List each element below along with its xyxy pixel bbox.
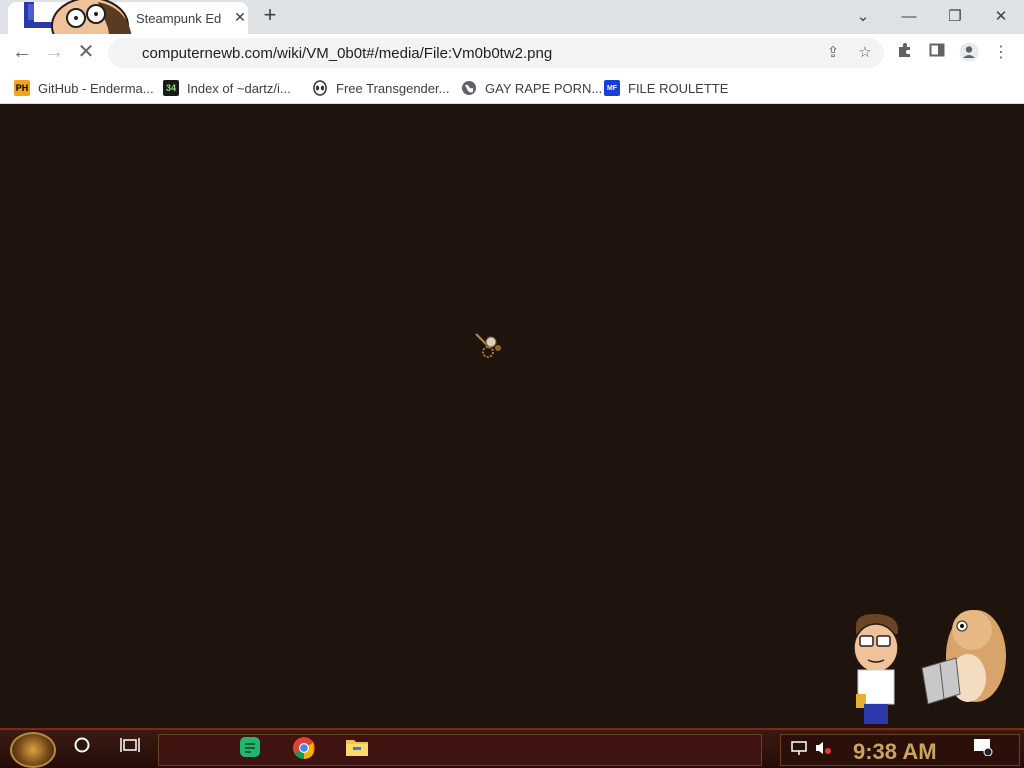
browser-toolbar: ← → ✕ computernewb.com/wiki/VM_0b0t#/med… [0, 34, 1024, 72]
bookmark-item[interactable]: 34 Index of ~dartz/i... [163, 78, 291, 98]
share-icon[interactable]: ⇪ [824, 44, 842, 62]
steampunk-loading-icon [475, 333, 501, 358]
hamster-reading-sticker [921, 610, 1006, 705]
cortana-circle-icon[interactable] [70, 736, 94, 760]
action-center-icon[interactable] [971, 738, 995, 762]
bookmark-label: FILE ROULETTE [628, 80, 729, 96]
alien-favicon-icon [312, 80, 328, 96]
taskbar-clock[interactable]: 9:38 AM [853, 739, 937, 765]
bookmark-item[interactable]: Free Transgender... [312, 78, 449, 98]
forward-arrow-icon[interactable]: → [42, 41, 66, 65]
close-window-button[interactable]: ✕ [986, 3, 1016, 31]
bookmark-star-icon[interactable]: ☆ [856, 44, 874, 62]
back-arrow-icon[interactable]: ← [10, 41, 34, 65]
network-icon[interactable] [787, 738, 811, 762]
address-url[interactable]: computernewb.com/wiki/VM_0b0t#/media/Fil… [142, 45, 552, 62]
hank-hill-sticker [853, 614, 899, 724]
chrome-app-icon[interactable] [292, 736, 316, 760]
bookmark-label: GitHub - Enderma... [38, 80, 154, 96]
bookmark-label: Free Transgender... [336, 80, 450, 96]
tab-search-icon[interactable]: ⌄ [848, 3, 878, 31]
bookmark-item[interactable]: GAY RAPE PORN... [461, 78, 602, 98]
file-roulette-favicon-icon: MF [604, 80, 620, 96]
volume-muted-icon[interactable] [811, 738, 835, 762]
bookmark-label: GAY RAPE PORN... [485, 80, 603, 96]
profile-avatar-icon[interactable] [958, 42, 980, 64]
tab-strip: Steampunk Edition ✕ + ⌄ — ❐ ✕ [0, 0, 1024, 55]
bookmarks-bar: PH GitHub - Enderma... 34 Index of ~dart… [0, 72, 1024, 104]
tab-title: Steampunk Edition [136, 11, 222, 26]
address-bar[interactable]: computernewb.com/wiki/VM_0b0t#/media/Fil… [108, 38, 884, 68]
index-favicon-icon: 34 [163, 80, 179, 96]
taskbar: 9:38 AM [0, 728, 1024, 768]
stop-loading-icon[interactable]: ✕ [74, 41, 98, 65]
bookmark-label: Index of ~dartz/i... [187, 80, 291, 96]
minimize-button[interactable]: — [894, 3, 924, 31]
bookmark-item[interactable]: MF FILE ROULETTE [604, 78, 728, 98]
tab-close-icon[interactable]: ✕ [232, 9, 248, 26]
pornhub-favicon-icon: PH [14, 80, 30, 96]
task-view-icon[interactable] [118, 736, 142, 760]
side-panel-icon[interactable] [926, 42, 948, 64]
new-tab-button[interactable]: + [258, 4, 282, 28]
menu-kebab-icon[interactable]: ⋮ [990, 42, 1012, 64]
start-gear-button[interactable] [10, 732, 56, 768]
bookmark-item[interactable]: PH GitHub - Enderma... [14, 78, 154, 98]
notes-app-icon[interactable] [238, 736, 262, 760]
browser-chrome: Steampunk Edition ✕ + ⌄ — ❐ ✕ ← → ✕ comp… [0, 0, 1024, 104]
system-tray: 9:38 AM [780, 734, 1020, 766]
restore-button[interactable]: ❐ [940, 3, 970, 31]
file-explorer-icon[interactable] [345, 736, 369, 760]
globe-favicon-icon [461, 80, 477, 96]
extensions-puzzle-icon[interactable] [894, 42, 916, 64]
